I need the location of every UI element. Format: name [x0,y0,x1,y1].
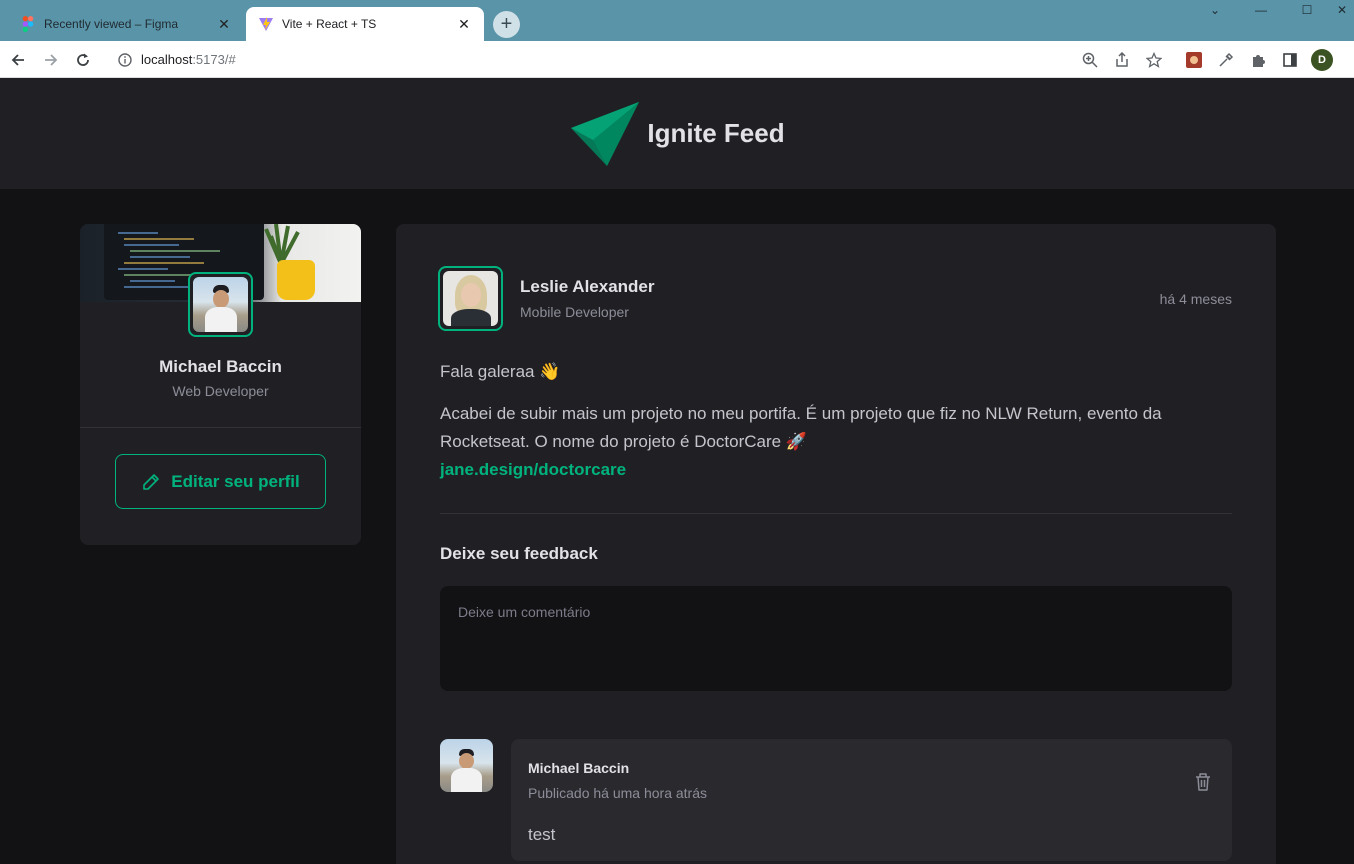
reload-icon[interactable] [72,49,94,71]
comment-author-avatar[interactable] [440,739,493,792]
logo: Ignite Feed [569,100,785,168]
minimize-button[interactable]: — [1238,0,1284,20]
app-header: Ignite Feed [0,78,1354,189]
url-path: :5173/# [192,52,236,67]
address-bar[interactable]: localhost:5173/# [105,45,1173,74]
post-paragraph: Acabei de subir mais um projeto no meu p… [440,404,1162,451]
post-paragraph: Fala galeraa 👋 [440,362,561,381]
comment-author: Michael Baccin [528,760,630,776]
browser-tabstrip: Recently viewed – Figma ✕ Vite + React +… [0,0,1354,41]
divider [440,513,1232,514]
side-panel-icon[interactable] [1280,50,1300,70]
edit-profile-label: Editar seu perfil [171,471,300,491]
author-avatar[interactable] [438,266,503,331]
post-card: Leslie Alexander Mobile Developer há 4 m… [396,224,1276,864]
back-icon[interactable] [7,49,29,71]
comment-card: Michael Baccin Publicado há uma hora atr… [511,739,1232,861]
zoom-icon[interactable] [1080,50,1100,70]
site-info-icon[interactable] [117,52,133,68]
logo-text: Ignite Feed [647,118,785,148]
ignite-logo-icon [571,101,640,166]
post-content: Fala galeraa 👋 Acabei de subir mais um p… [440,358,1232,484]
profile-avatar[interactable]: D [1311,49,1333,71]
post-timestamp: há 4 meses [1159,291,1232,307]
new-tab-button[interactable]: + [493,11,520,38]
edit-profile-button[interactable]: Editar seu perfil [115,454,326,509]
extension-icon[interactable] [1184,50,1204,70]
tab-title: Recently viewed – Figma [44,17,179,31]
figma-icon [20,16,36,32]
profile-sidebar: Michael Baccin Web Developer Editar seu … [80,224,361,545]
comment-timestamp: Publicado há uma hora atrás [528,785,707,801]
user-role: Web Developer [172,383,269,399]
author-role: Mobile Developer [520,304,629,320]
close-tab-icon[interactable]: ✕ [216,16,232,32]
close-window-button[interactable]: ✕ [1330,0,1354,20]
browser-toolbar: localhost:5173/# D [0,41,1354,78]
feedback-title: Deixe seu feedback [440,544,598,563]
user-avatar[interactable] [188,272,253,337]
post-link[interactable]: jane.design/doctorcare [440,456,1232,484]
page-content: Ignite Feed Michael Baccin Web Developer… [0,78,1354,864]
url-host: localhost [141,52,193,67]
tab-figma[interactable]: Recently viewed – Figma ✕ [8,7,244,41]
tab-vite[interactable]: Vite + React + TS ✕ [246,7,484,41]
pencil-icon [143,473,160,490]
vite-icon [258,16,274,32]
author-name: Leslie Alexander [520,277,655,296]
close-tab-icon[interactable]: ✕ [456,16,472,32]
trash-icon[interactable] [1192,771,1214,793]
user-name: Michael Baccin [159,357,282,376]
tab-search-icon[interactable]: ⌄ [1192,0,1238,20]
extensions-puzzle-icon[interactable] [1248,50,1268,70]
comment-input[interactable] [440,586,1232,691]
share-icon[interactable] [1112,50,1132,70]
tab-title: Vite + React + TS [282,17,377,31]
maximize-button[interactable]: ☐ [1284,0,1330,20]
forward-icon[interactable] [40,49,62,71]
bookmark-star-icon[interactable] [1144,50,1164,70]
eyedropper-icon[interactable] [1216,50,1236,70]
divider [80,427,361,428]
comment-text: test [528,825,556,844]
